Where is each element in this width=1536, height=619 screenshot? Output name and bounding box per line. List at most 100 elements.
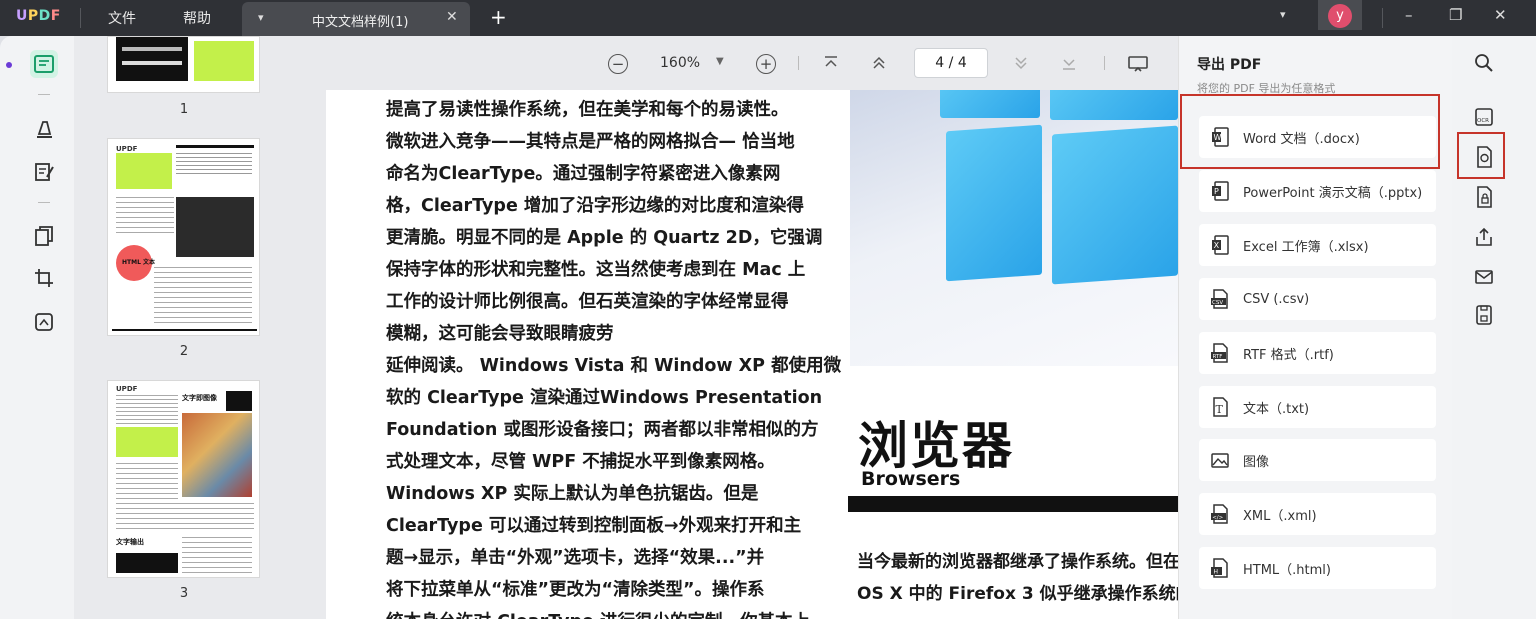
presentation-icon[interactable] (1128, 56, 1148, 72)
heading-black-bar (848, 496, 1178, 512)
thumb-text-line (122, 61, 182, 65)
layers-tool-button[interactable] (30, 308, 58, 336)
windows-logo-photo (850, 90, 1178, 366)
logo-pane (1050, 90, 1178, 120)
email-button[interactable] (1473, 266, 1495, 288)
svg-text:X: X (1214, 241, 1220, 250)
search-button[interactable] (1473, 52, 1495, 74)
crop-icon (35, 269, 53, 287)
crop-tool-button[interactable] (30, 264, 58, 292)
last-page-icon[interactable] (1062, 56, 1076, 70)
body-text-right: 当今最新的浏览器都继承了操作系统。但在 OS X 中的 Firefox 3 似乎… (857, 546, 1178, 610)
thumbnail-page-1[interactable] (107, 36, 260, 93)
thumb-image (116, 37, 188, 81)
thumb-text-block (116, 395, 178, 425)
thumb-text-line (122, 47, 182, 51)
thumb-text-block (182, 537, 252, 573)
new-tab-button[interactable]: + (490, 5, 507, 29)
zoom-out-button[interactable]: − (608, 54, 628, 74)
text-line: 格，ClearType 增加了沿字形边缘的对比度和渲染得 (386, 196, 804, 216)
thumb-letters-image (182, 413, 252, 497)
zoom-dropdown-icon[interactable]: ▼ (716, 56, 724, 67)
tab-close-icon[interactable]: ✕ (446, 9, 458, 25)
text-icon: T (1211, 397, 1229, 417)
rail-divider (38, 94, 50, 95)
text-line: OS X 中的 Firefox 3 似乎继承操作系统的设 (857, 584, 1178, 604)
minimize-button[interactable]: – (1405, 6, 1413, 24)
zoom-in-button[interactable]: + (756, 54, 776, 74)
csv-icon: CSV (1211, 289, 1229, 309)
account-area[interactable]: y (1318, 0, 1362, 30)
lock-file-icon (1477, 186, 1492, 208)
thumb-logo: UPDF (116, 145, 138, 153)
save-button[interactable] (1473, 304, 1495, 326)
export-excel-button[interactable]: X Excel 工作簿（.xlsx) (1199, 224, 1436, 266)
document-tab[interactable]: ▾ 中文文档样例(1) ✕ (242, 2, 470, 36)
toolbar-divider (798, 56, 799, 70)
thumbnail-page-2[interactable]: UPDF HTML 文本 (107, 138, 260, 336)
page-number-2: 2 (179, 344, 189, 359)
protect-pdf-button[interactable] (1473, 186, 1495, 208)
reader-icon (34, 55, 54, 73)
export-csv-button[interactable]: CSV CSV (.csv) (1199, 278, 1436, 320)
pdf-page: 提高了易读性操作系统，但在美学和每个的易读性。 微软进入竞争——其特点是严格的网… (326, 90, 1178, 619)
excel-icon: X (1211, 235, 1229, 255)
thumb-black-block (116, 553, 178, 573)
first-page-icon[interactable] (824, 56, 838, 70)
title-divider (80, 8, 81, 28)
thumb-rule (112, 329, 257, 331)
comment-tool-button[interactable] (30, 114, 58, 142)
organize-pages-button[interactable] (30, 222, 58, 250)
reader-tool-button[interactable] (30, 50, 58, 78)
dropdown-chevron-icon[interactable]: ▾ (1280, 8, 1286, 21)
export-text-button[interactable]: T 文本（.txt) (1199, 386, 1436, 428)
edit-tool-button[interactable] (30, 158, 58, 186)
text-line: 统本身允许对 ClearType 进行很少的定制。你基本上 (386, 606, 826, 619)
next-page-icon[interactable] (1014, 56, 1028, 70)
tab-chevron-icon[interactable]: ▾ (258, 11, 264, 24)
export-powerpoint-button[interactable]: P PowerPoint 演示文稿（.pptx) (1199, 170, 1436, 212)
export-panel-title: 导出 PDF (1197, 57, 1262, 73)
avatar[interactable]: y (1328, 4, 1352, 28)
previous-page-icon[interactable] (872, 56, 886, 70)
export-html-button[interactable]: H HTML（.html) (1199, 547, 1436, 589)
export-label: HTML（.html) (1243, 562, 1331, 578)
zoom-level[interactable]: 160% (660, 55, 700, 71)
export-rtf-button[interactable]: RTF RTF 格式（.rtf) (1199, 332, 1436, 374)
text-line: 软的 ClearType 渲染通过Windows Presentation (386, 388, 823, 408)
close-window-button[interactable]: ✕ (1494, 6, 1507, 24)
maximize-button[interactable]: ❐ (1449, 6, 1462, 24)
thumb-green-block (194, 41, 254, 81)
thumb-output-label: 文字输出 (116, 538, 144, 546)
thumbnail-page-3[interactable]: UPDF 文字即图像 文字输出 (107, 380, 260, 578)
export-label: XML（.xml) (1243, 508, 1317, 524)
text-line: 工作的设计师比例很高。但石英渲染的字体经常显得 (386, 292, 789, 312)
edit-icon (35, 163, 54, 181)
export-image-button[interactable]: 图像 (1199, 439, 1436, 481)
thumb-keyboard-image (176, 197, 254, 257)
title-divider (1382, 8, 1383, 28)
rail-indicator-dot (6, 62, 12, 68)
export-xml-button[interactable]: </> XML（.xml) (1199, 493, 1436, 535)
thumb-black-block (226, 391, 252, 411)
toolbar-divider (1104, 56, 1105, 70)
word-export-highlight (1180, 94, 1440, 169)
thumb-heading: 文字即图像 (182, 394, 217, 402)
ocr-button[interactable]: OCR (1473, 106, 1495, 128)
menu-help[interactable]: 帮助 (183, 8, 211, 28)
page-number-input[interactable]: 4 / 4 (914, 48, 988, 78)
ocr-icon: OCR (1475, 108, 1493, 126)
menu-file[interactable]: 文件 (108, 8, 136, 28)
browsers-heading-en: Browsers (861, 468, 961, 490)
highlighter-icon (37, 121, 52, 138)
page-separator: / (948, 55, 954, 71)
text-line: 微软进入竞争——其特点是严格的网格拟合— 恰当地 (386, 132, 795, 152)
image-icon (1211, 450, 1229, 470)
thumb-text-block (154, 267, 252, 327)
thumb-green-block (116, 427, 178, 457)
svg-text:T: T (1216, 403, 1224, 416)
text-line: 延伸阅读。 Windows Vista 和 Window XP 都使用微 (386, 356, 842, 376)
share-button[interactable] (1473, 226, 1495, 248)
page-number-1: 1 (179, 102, 189, 117)
text-line: 模糊，这可能会导致眼睛疲劳 (386, 324, 614, 344)
